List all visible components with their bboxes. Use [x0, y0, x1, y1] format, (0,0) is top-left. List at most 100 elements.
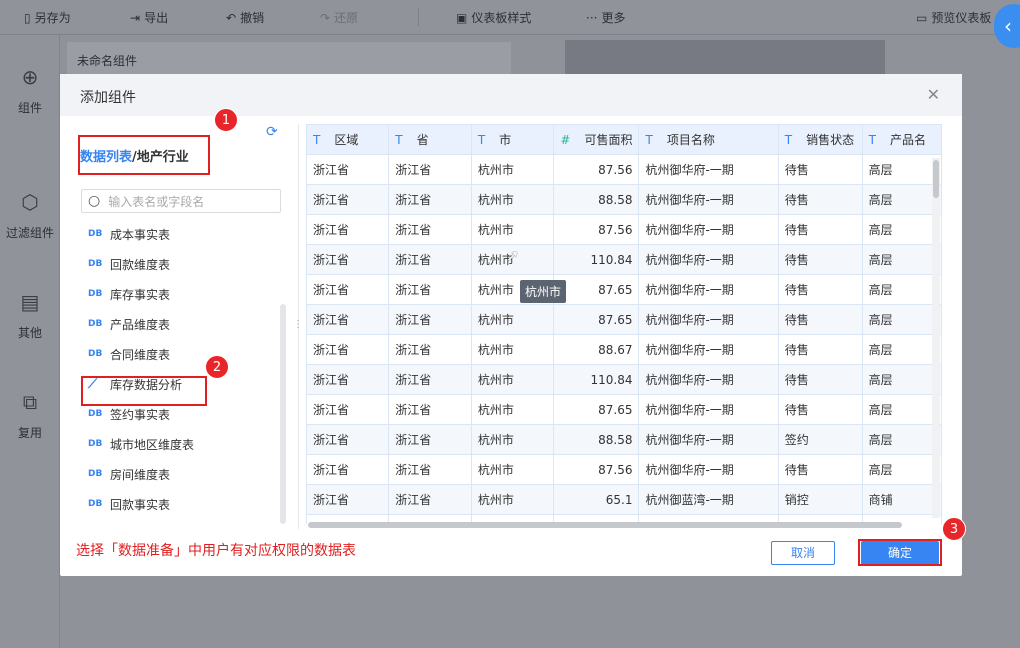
table-list-item[interactable]: DB 城市地区维度表 [80, 429, 270, 459]
table-cell: 高层 [861, 424, 942, 455]
table-cell: 浙江省 [306, 274, 390, 305]
table-cell: 杭州市 [470, 424, 555, 455]
table-cell: 高层 [861, 334, 942, 365]
table-cell: 杭州市 [470, 184, 555, 215]
copy-icon: ⧉ [22, 390, 38, 414]
search-input[interactable]: ○ 输入表名或字段名 [81, 189, 281, 213]
step-badge-2: 2 [205, 355, 229, 379]
table-cell: 高层 [861, 154, 942, 185]
table-list-item[interactable]: DB 房间维度表 [80, 459, 270, 489]
text-type-icon: T [868, 133, 876, 147]
database-icon: DB [88, 289, 103, 299]
table-cell: 杭州御华府-一期 [638, 364, 779, 395]
column-header[interactable]: T省 [388, 124, 472, 155]
sidebar-item-filter[interactable]: ⬡ 过滤组件 [0, 190, 60, 241]
table-cell: 高层 [861, 454, 942, 485]
table-list-item[interactable]: DB 成本事实表 [80, 219, 270, 249]
column-header[interactable]: # 可售面积 [553, 124, 640, 155]
table-cell: 杭州市 [470, 214, 555, 245]
table-cell: 浙江省 [388, 214, 472, 245]
sidebar-item-component[interactable]: ⊕ 组件 [0, 65, 60, 116]
table-cell: 浙江省 [306, 484, 390, 515]
text-type-icon: T [395, 133, 403, 147]
table-cell: 杭州市 [470, 484, 555, 515]
table-cell: 浙江省 [388, 364, 472, 395]
table-row: 浙江省 浙江省 杭州市 88.58 杭州御华府-一期 签约 高层 [306, 424, 942, 455]
table-row: 浙江省 浙江省 杭州市 87.65 杭州御华府-一期 待售 高层 [306, 274, 942, 305]
sidebar-item-reuse[interactable]: ⧉ 复用 [0, 390, 60, 441]
table-cell: 浙江省 [306, 424, 390, 455]
table-cell: 浙江省 [306, 394, 390, 425]
table-cell: 高层 [861, 364, 942, 395]
table-list-item-label: 回款事实表 [110, 497, 171, 512]
table-cell: 88.58 [553, 424, 640, 455]
table-horizontal-scrollbar[interactable] [308, 522, 902, 528]
undo-button[interactable]: ↶ 撤销 [226, 9, 264, 26]
redo-icon: ↷ [320, 10, 331, 25]
table-cell: 杭州御蓝湾-一期 [638, 484, 779, 515]
close-icon[interactable]: ✕ [927, 85, 940, 104]
table-cell: 商铺 [861, 484, 942, 515]
table-cell: 杭州市 [470, 154, 555, 185]
table-cell: 高层 [861, 214, 942, 245]
collapse-panel-button[interactable]: ‹ [994, 4, 1020, 48]
table-cell: 杭州御华府-一期 [638, 244, 779, 275]
table-cell: 杭州御华府-一期 [638, 334, 779, 365]
refresh-icon[interactable]: ⟳ [266, 124, 278, 140]
table-list-item[interactable]: DB 回款维度表 [80, 249, 270, 279]
sidebar-item-other[interactable]: ▤ 其他 [0, 290, 60, 341]
table-cell: 待售 [777, 334, 863, 365]
column-header[interactable]: T 区域 [306, 124, 390, 155]
more-button[interactable]: ··· 更多 [586, 9, 625, 26]
table-cell: 浙江省 [388, 454, 472, 485]
table-cell: 杭州市 [470, 394, 555, 425]
export-button[interactable]: ⇥ 导出 [130, 9, 168, 26]
table-picker: 数据列表/地产行业 ⟳ ○ 输入表名或字段名 DB 成本事实表 DB 回款维度表 DB 库存… [68, 124, 290, 524]
table-cell: 浙江省 [388, 484, 472, 515]
dialog-title: 添加组件 [80, 90, 136, 106]
table-cell: 110.84 [553, 244, 640, 275]
column-header[interactable]: T 销售状态 [777, 124, 863, 155]
plus-circle-icon: ⊕ [21, 65, 39, 89]
table-list-item[interactable]: DB 合同维度表 [80, 339, 270, 369]
table-cell: 浙江省 [306, 154, 390, 185]
dashboard-style-button[interactable]: ▣ 仪表板样式 [456, 9, 531, 26]
database-icon: DB [88, 499, 103, 509]
export-icon: ⇥ [130, 10, 141, 25]
data-preview-table: T 区域 T 省 T 市 # 可售面积 T 项目名称 T 销售状态 T 产品名 浙江省 浙江省 杭州市 87.56… [306, 124, 942, 524]
table-cell: 65.1 [553, 484, 640, 515]
table-cell: 杭州御华府-一期 [638, 274, 779, 305]
table-list-item-label: 产品维度表 [110, 317, 171, 332]
redo-button[interactable]: ↷ 还原 [320, 9, 358, 26]
cancel-button[interactable]: 取消 [771, 541, 835, 565]
table-cell: 待售 [777, 304, 863, 335]
table-row: 浙江省 浙江省 杭州市 87.65 杭州御华府-一期 待售 高层 [306, 394, 942, 425]
preview-button[interactable]: ▭ 预览仪表板 [916, 9, 991, 26]
table-list-item[interactable]: DB 回款事实表 [80, 489, 270, 519]
table-list-item[interactable]: DB 库存事实表 [80, 279, 270, 309]
table-cell: 高层 [861, 244, 942, 275]
search-icon: ○ [88, 193, 101, 209]
table-list-item-label: 合同维度表 [110, 347, 171, 362]
column-header[interactable]: T市 [470, 124, 555, 155]
table-cell: 浙江省 [388, 304, 472, 335]
table-cell: 杭州市 [470, 454, 555, 485]
table-list-item-label: 库存事实表 [110, 287, 171, 302]
database-icon: DB [88, 349, 103, 359]
table-cell: 110.84 [553, 364, 640, 395]
table-cell: 待售 [777, 394, 863, 425]
database-icon: DB [88, 259, 103, 269]
list-scrollbar[interactable] [280, 304, 286, 524]
undo-icon: ↶ [226, 10, 237, 25]
table-cell: 高层 [861, 304, 942, 335]
table-cell: 浙江省 [306, 304, 390, 335]
table-list-item[interactable]: DB 产品维度表 [80, 309, 270, 339]
table-vertical-scrollbar[interactable] [932, 158, 940, 518]
database-icon: DB [88, 319, 103, 329]
column-header[interactable]: T 项目名称 [638, 124, 779, 155]
column-header[interactable]: T 产品名 [861, 124, 942, 155]
table-list-item-label: 城市地区维度表 [110, 437, 195, 452]
hint-text: 选择「数据准备」中用户有对应权限的数据表 [76, 543, 356, 559]
save-as-button[interactable]: ▯ 另存为 [24, 9, 71, 26]
style-icon: ▣ [456, 10, 468, 25]
